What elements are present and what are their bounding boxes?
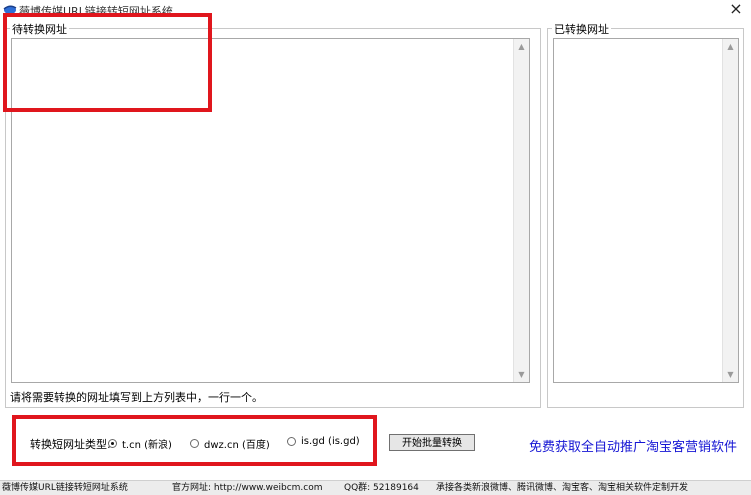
- browser-globe-icon: [3, 3, 17, 15]
- output-url-label: 已转换网址: [552, 21, 611, 37]
- radio-tcn-dot[interactable]: [108, 439, 117, 448]
- chevron-down-icon[interactable]: ▼: [514, 367, 529, 382]
- status-qq-group: QQ群: 52189164: [344, 483, 419, 493]
- status-services: 承接各类新浪微博、腾讯微博、淘宝客、淘宝相关软件定制开发: [436, 483, 689, 493]
- radio-dwzcn-label: dwz.cn (百度): [204, 440, 270, 451]
- radio-tcn-label: t.cn (新浪): [122, 440, 172, 451]
- output-url-textarea[interactable]: ▲ ▼: [553, 38, 739, 383]
- input-hint: 请将需要转换的网址填写到上方列表中，一行一个。: [10, 391, 263, 404]
- radio-tcn[interactable]: t.cn (新浪): [108, 436, 172, 451]
- status-website: 官方网址: http://www.weibcm.com: [172, 483, 323, 493]
- radio-isgd-label: is.gd (is.gd): [301, 436, 360, 447]
- radio-dwzcn-dot[interactable]: [190, 439, 199, 448]
- radio-isgd[interactable]: is.gd (is.gd): [287, 436, 360, 447]
- short-url-type-label: 转换短网址类型:: [30, 438, 111, 451]
- chevron-down-icon[interactable]: ▼: [723, 367, 738, 382]
- radio-isgd-dot[interactable]: [287, 437, 296, 446]
- close-button[interactable]: ×: [727, 0, 745, 18]
- chevron-up-icon[interactable]: ▲: [723, 39, 738, 54]
- status-bar: 薇博传媒URL链接转短网址系统 官方网址: http://www.weibcm.…: [0, 480, 751, 495]
- input-scrollbar[interactable]: ▲ ▼: [513, 39, 529, 382]
- title-bar: 薇博传媒URL链接转短网址系统 ×: [0, 0, 751, 20]
- chevron-up-icon[interactable]: ▲: [514, 39, 529, 54]
- promo-link[interactable]: 免费获取全自动推广淘宝客营销软件: [529, 436, 737, 455]
- start-batch-convert-button[interactable]: 开始批量转换: [389, 434, 475, 451]
- status-app-name: 薇博传媒URL链接转短网址系统: [2, 483, 128, 493]
- input-url-label: 待转换网址: [10, 21, 69, 37]
- radio-dwzcn[interactable]: dwz.cn (百度): [190, 436, 270, 451]
- output-scrollbar[interactable]: ▲ ▼: [722, 39, 738, 382]
- window-title: 薇博传媒URL链接转短网址系统: [19, 5, 173, 18]
- input-url-textarea[interactable]: ▲ ▼: [11, 38, 530, 383]
